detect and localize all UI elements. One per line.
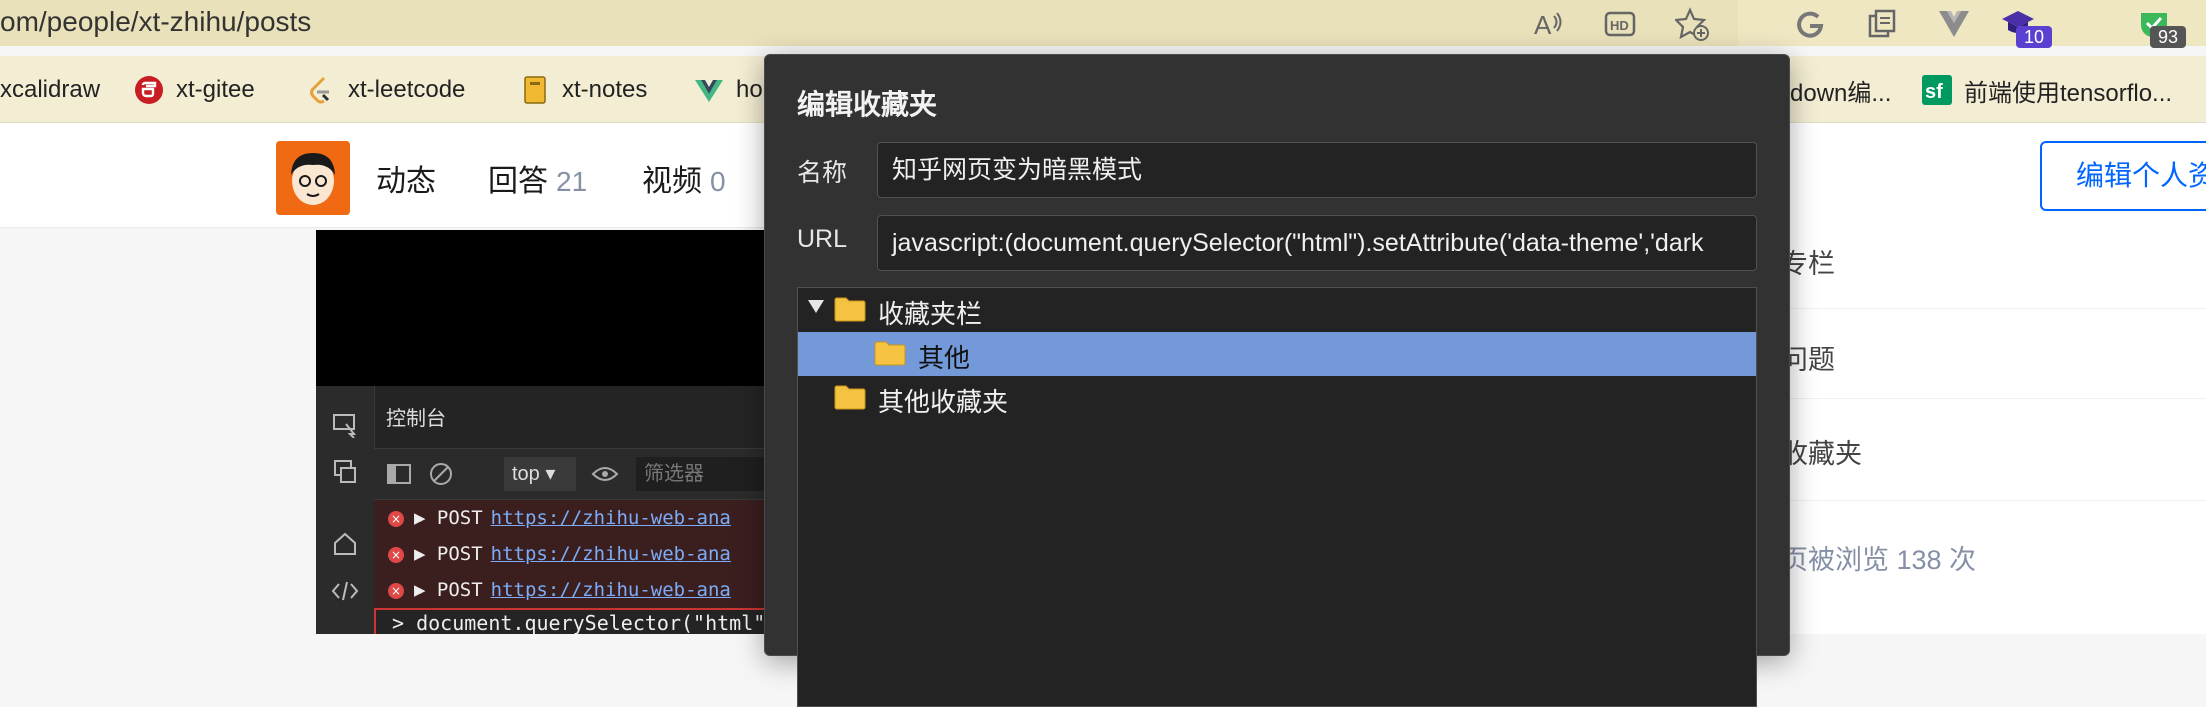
tab-count: 21 (556, 166, 588, 197)
request-url[interactable]: https://zhihu-web-ana (491, 543, 731, 565)
request-method: POST (436, 543, 483, 565)
bookmark-label: xt-notes (562, 76, 648, 103)
bookmark-markdown[interactable]: down编... (1790, 72, 1891, 108)
bookmark-label: xt-leetcode (348, 76, 466, 103)
grammarly-icon[interactable] (1790, 4, 1830, 44)
collections-icon[interactable] (1862, 4, 1902, 44)
tab-answers[interactable]: 回答 21 (488, 156, 587, 200)
page-views-stat: 页被浏览 138 次 (1781, 545, 1977, 575)
url-label: URL (797, 225, 848, 253)
hd-icon[interactable]: HD (1600, 4, 1640, 44)
svg-text:sf: sf (1925, 81, 1943, 103)
bookmark-label: down编... (1790, 79, 1892, 107)
folder-item-bookmarks-bar[interactable]: 收藏夹栏 (798, 288, 1756, 332)
bookmark-label: ho (736, 76, 763, 103)
command-text: document.querySelector("html" (416, 611, 766, 634)
leetcode-icon (306, 75, 336, 105)
inspect-icon[interactable] (330, 410, 360, 440)
tab-videos[interactable]: 视频 0 (642, 156, 726, 200)
vue-icon (694, 75, 724, 105)
tab-activity[interactable]: 动态 (376, 156, 436, 200)
context-value: top (512, 463, 540, 485)
read-aloud-icon[interactable]: A (1528, 4, 1568, 44)
url-field[interactable]: javascript:(document.querySelector("html… (877, 215, 1757, 271)
bookmark-label: 前端使用tensorflo... (1964, 79, 2173, 107)
bookmark-label: xt-gitee (176, 76, 255, 103)
folder-label: 其他 (918, 343, 971, 373)
folder-item-other[interactable]: 其他 (798, 332, 1756, 376)
console-command[interactable]: > document.querySelector("html" (374, 608, 766, 634)
sidebar-toggle-icon[interactable] (384, 459, 414, 489)
bookmark-xt-notes[interactable]: xt-notes (520, 72, 647, 108)
bookmark-ho[interactable]: ho (694, 72, 763, 108)
folder-item-other-bookmarks[interactable]: 其他收藏夹 (798, 376, 1756, 420)
bookmark-xt-leetcode[interactable]: xt-leetcode (306, 72, 465, 108)
divider (1760, 398, 2206, 399)
gitee-icon (134, 75, 164, 105)
console-error-row[interactable]: × ▶ POST https://zhihu-web-ana (374, 500, 766, 537)
devtools-title: 控制台 (386, 408, 446, 430)
bookmark-label: xcalidraw (0, 76, 101, 103)
folder-icon (874, 341, 906, 366)
url-text[interactable]: om/people/xt-zhihu/posts (0, 6, 311, 38)
svg-text:A: A (1534, 10, 1552, 40)
divider (1760, 308, 2206, 309)
devtools-toolbar: top ▾ 筛选器 (374, 448, 766, 500)
segmentfault-icon: sf (1922, 75, 1952, 105)
folder-icon (834, 297, 866, 322)
bookmark-xt-gitee[interactable]: xt-gitee (134, 72, 255, 108)
devtools-sidebar (316, 386, 375, 634)
edit-bookmark-dialog: 编辑收藏夹 名称 知乎网页变为暗黑模式 URL javascript:(docu… (764, 54, 1790, 707)
expand-caret-icon[interactable] (808, 300, 824, 313)
home-icon[interactable] (330, 528, 360, 558)
tab-label: 回答 (488, 165, 548, 198)
error-icon: × (388, 582, 404, 599)
extensions-area: 10 93 (1738, 0, 2206, 48)
dialog-title: 编辑收藏夹 (797, 89, 938, 120)
extension-badge-count: 10 (2016, 26, 2052, 48)
folder-tree[interactable]: 收藏夹栏 其他 其他收藏夹 (797, 287, 1757, 707)
clear-console-icon[interactable] (426, 459, 456, 489)
name-label: 名称 (797, 159, 848, 187)
vuejs-devtools-icon[interactable] (1934, 4, 1974, 44)
url-host: om (0, 6, 39, 37)
extension-check-count: 93 (2150, 26, 2186, 48)
console-error-row[interactable]: × ▶ POST https://zhihu-web-ana (374, 536, 766, 573)
tab-count: 0 (710, 166, 726, 197)
edit-profile-button[interactable]: 编辑个人资 (2040, 141, 2206, 211)
sidebar-item-collections[interactable]: 收藏夹 (1781, 432, 1862, 471)
bookmark-tensorflow[interactable]: sf 前端使用tensorflo... (1922, 72, 2172, 108)
error-icon: × (388, 546, 404, 563)
folder-icon (834, 385, 866, 410)
request-url[interactable]: https://zhihu-web-ana (491, 579, 731, 601)
error-icon: × (388, 510, 404, 527)
request-method: POST (436, 507, 483, 529)
add-favorite-icon[interactable] (1672, 4, 1712, 44)
bookmark-excalidraw[interactable]: xcalidraw (0, 72, 100, 108)
address-bar[interactable]: om/people/xt-zhihu/posts A HD 10 93 (0, 0, 2206, 48)
notebook-icon (520, 75, 550, 105)
console-error-row[interactable]: × ▶ POST https://zhihu-web-ana (374, 572, 766, 609)
folder-label: 收藏夹栏 (878, 299, 983, 329)
code-icon[interactable] (330, 576, 360, 606)
tab-label: 视频 (642, 165, 702, 198)
tab-label: 动态 (376, 165, 436, 198)
avatar[interactable] (276, 141, 350, 215)
folder-label: 其他收藏夹 (878, 387, 1009, 417)
svg-text:HD: HD (1610, 18, 1629, 33)
name-field[interactable]: 知乎网页变为暗黑模式 (877, 142, 1757, 198)
context-select[interactable]: top ▾ (504, 457, 576, 491)
filter-input[interactable]: 筛选器 (636, 457, 766, 491)
device-icon[interactable] (330, 456, 360, 486)
request-method: POST (436, 579, 483, 601)
divider (1760, 500, 2206, 501)
eye-icon[interactable] (590, 459, 620, 489)
devtools-panel: 控制台 top ▾ 筛选器 × ▶ POST https://zhihu-web-a… (316, 386, 766, 634)
request-url[interactable]: https://zhihu-web-ana (491, 507, 731, 529)
url-path: /people/xt-zhihu/posts (38, 6, 312, 37)
